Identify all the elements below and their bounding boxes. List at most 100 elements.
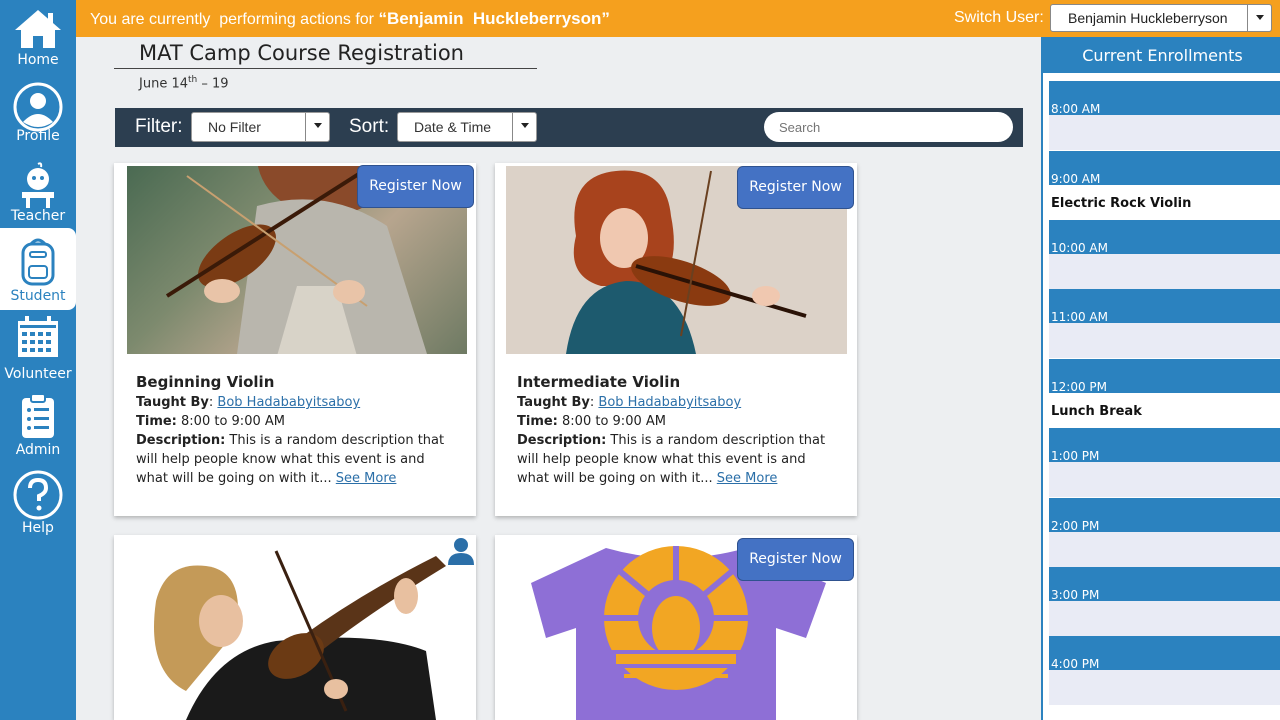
teacher-link[interactable]: Bob Hadababyitsaboy <box>217 395 360 410</box>
filter-select[interactable]: No Filter <box>191 112 330 142</box>
time-slot: 9:00 AM Electric Rock Violin <box>1049 151 1280 220</box>
time-slot-label: 10:00 AM <box>1051 241 1108 255</box>
time-slot-label: 3:00 PM <box>1051 588 1100 602</box>
time-slot: 1:00 PM <box>1049 428 1280 497</box>
course-info: Beginning Violin Taught By: Bob Hadababy… <box>136 373 446 488</box>
filter-bar: Filter: No Filter Sort: Date & Time <box>115 108 1023 147</box>
time-slot-body <box>1049 601 1280 636</box>
see-more-link[interactable]: See More <box>336 471 397 486</box>
nav-student-label: Student <box>10 288 66 304</box>
time-row: Time: 8:00 to 9:00 AM <box>517 412 827 431</box>
register-now-button[interactable]: Register Now <box>357 165 474 208</box>
switch-user-select[interactable]: Benjamin Huckleberryson <box>1050 4 1272 32</box>
nav-admin[interactable]: Admin <box>0 394 76 460</box>
enrolled-event[interactable]: Lunch Break <box>1051 404 1142 419</box>
nav-help[interactable]: Help <box>0 470 76 540</box>
date-start-suffix: th <box>188 75 198 85</box>
help-icon <box>13 470 63 520</box>
time-slot-label: 11:00 AM <box>1051 310 1108 324</box>
date-start: June 14 <box>139 76 188 92</box>
time-slot-body <box>1049 323 1280 358</box>
chevron-down-icon <box>314 123 322 128</box>
nav-student[interactable]: Student <box>0 228 76 310</box>
filter-label: Filter: <box>135 116 183 137</box>
sort-dropdown-button[interactable] <box>512 113 536 141</box>
time-slot: 11:00 AM <box>1049 289 1280 358</box>
time-slot: 10:00 AM <box>1049 220 1280 289</box>
see-more-link[interactable]: See More <box>717 471 778 486</box>
clipboard-icon <box>22 394 54 438</box>
description-row: Description: This is a random descriptio… <box>517 431 827 488</box>
calendar-icon <box>18 316 58 357</box>
course-card <box>114 535 476 720</box>
nav-profile-label: Profile <box>16 128 60 144</box>
taught-by-row: Taught By: Bob Hadababyitsaboy <box>517 395 742 410</box>
nav-help-label: Help <box>22 520 54 536</box>
backpack-icon <box>21 238 55 286</box>
time-slot-label: 1:00 PM <box>1051 449 1100 463</box>
acting-as-prefix: You are currently performing actions for <box>90 11 379 28</box>
search-input[interactable] <box>764 112 1013 142</box>
title-divider <box>114 68 537 69</box>
time-slot-body <box>1049 254 1280 289</box>
description-row: Description: This is a random descriptio… <box>136 431 446 488</box>
time-slot-label: 4:00 PM <box>1051 657 1100 671</box>
course-title: Intermediate Violin <box>517 373 681 391</box>
time-slot: 3:00 PM <box>1049 567 1280 636</box>
chevron-down-icon <box>521 123 529 128</box>
enrolled-event[interactable]: Electric Rock Violin <box>1051 196 1191 211</box>
taught-by-row: Taught By: Bob Hadababyitsaboy <box>136 395 361 410</box>
taught-by-label: Taught By <box>136 395 209 410</box>
time-slot: 8:00 AM <box>1049 81 1280 150</box>
course-time: 8:00 to 9:00 AM <box>562 414 666 429</box>
switch-user-dropdown-button[interactable] <box>1247 5 1271 31</box>
time-slot: 4:00 PM <box>1049 636 1280 705</box>
filter-dropdown-button[interactable] <box>305 113 329 141</box>
time-slot-body <box>1049 462 1280 497</box>
course-image <box>126 541 466 720</box>
course-card: Register Now Intermediate Violin Taught … <box>495 163 857 516</box>
time-slot: 12:00 PM Lunch Break <box>1049 359 1280 428</box>
violinist-photo <box>154 550 446 720</box>
switch-user-value: Benjamin Huckleberryson <box>1068 10 1228 26</box>
date-end: – 19 <box>197 76 229 92</box>
enrollments-title: Current Enrollments <box>1043 37 1280 73</box>
time-slot-body <box>1049 115 1280 150</box>
course-card: Register Now Beginning Violin Taught By:… <box>114 163 476 516</box>
acting-as-user: “Benjamin Huckleberryson” <box>378 9 610 28</box>
time-label: Time: <box>517 414 558 429</box>
sidebar: Home Profile Teacher Student Volunteer A… <box>0 0 76 720</box>
time-slot-label: 9:00 AM <box>1051 172 1101 186</box>
description-label: Description: <box>517 433 607 448</box>
time-slot-label: 2:00 PM <box>1051 519 1100 533</box>
nav-teacher[interactable]: Teacher <box>0 162 76 228</box>
sort-value: Date & Time <box>414 119 492 135</box>
time-slot: 2:00 PM <box>1049 498 1280 567</box>
acting-as-bar: You are currently performing actions for… <box>76 0 1280 37</box>
course-card: Register Now <box>495 535 857 720</box>
chevron-down-icon <box>1256 15 1264 20</box>
page-date: June 14th – 19th <box>139 75 230 91</box>
nav-profile[interactable]: Profile <box>0 82 76 148</box>
nav-volunteer[interactable]: Volunteer <box>0 316 76 382</box>
home-icon <box>15 10 61 48</box>
nav-admin-label: Admin <box>15 442 61 458</box>
nav-teacher-label: Teacher <box>10 208 66 224</box>
current-enrollments-panel: Current Enrollments 8:00 AM 9:00 AM Elec… <box>1041 37 1280 720</box>
switch-user-label: Switch User: <box>954 9 1044 26</box>
sort-select[interactable]: Date & Time <box>397 112 537 142</box>
time-slot-body <box>1049 670 1280 705</box>
sort-label: Sort: <box>349 116 390 137</box>
register-now-button[interactable]: Register Now <box>737 166 854 209</box>
course-title: Beginning Violin <box>136 373 275 391</box>
teacher-link[interactable]: Bob Hadababyitsaboy <box>598 395 741 410</box>
register-now-button[interactable]: Register Now <box>737 538 854 581</box>
time-slot-label: 8:00 AM <box>1051 102 1101 116</box>
filter-value: No Filter <box>208 119 261 135</box>
taught-by-label: Taught By <box>517 395 590 410</box>
nav-home-label: Home <box>17 52 59 68</box>
nav-home[interactable]: Home <box>0 8 76 74</box>
time-label: Time: <box>136 414 177 429</box>
person-icon[interactable] <box>447 537 475 565</box>
time-slot-body <box>1049 532 1280 567</box>
